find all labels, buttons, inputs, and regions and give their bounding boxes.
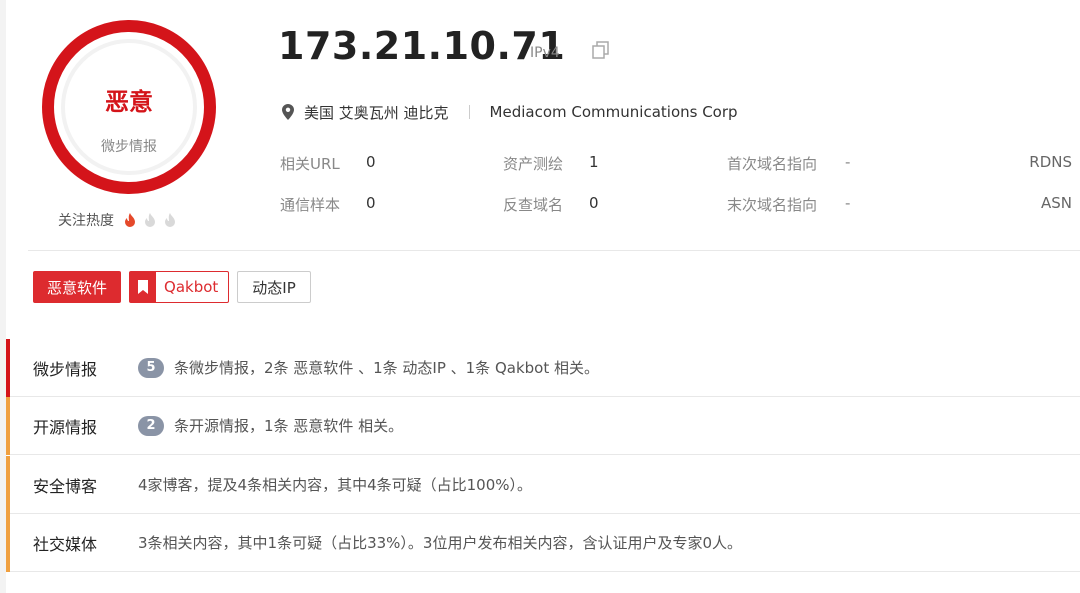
ip-version: IPv4	[530, 45, 560, 61]
meta-value-first-domain: -	[845, 153, 851, 171]
meta-value-related-url[interactable]: 0	[366, 153, 376, 171]
intel-row-opensource[interactable]: 开源情报 2 条开源情报，1条 恶意软件 相关。	[6, 397, 1080, 455]
intel-row-text: 4家博客，提及4条相关内容，其中4条可疑（占比100%）。	[138, 476, 533, 494]
intel-row-content: 3条相关内容，其中1条可疑（占比33%）。3位用户发布相关内容，含认证用户及专家…	[138, 532, 742, 553]
location-row: 美国 艾奥瓦州 迪比克 Mediacom Communications Corp	[282, 102, 738, 122]
intel-row-security-blog[interactable]: 安全博客 4家博客，提及4条相关内容，其中4条可疑（占比100%）。	[6, 456, 1080, 514]
intel-row-label: 微步情报	[33, 359, 98, 379]
meta-value-asset-mapping[interactable]: 1	[589, 153, 599, 171]
intel-row-accent	[6, 397, 10, 455]
intel-row-label: 安全博客	[33, 476, 98, 496]
meta-asn: ASN	[1040, 194, 1072, 212]
tag-family[interactable]: Qakbot	[129, 271, 230, 303]
intel-row-content: 2 条开源情报，1条 恶意软件 相关。	[138, 415, 403, 436]
location-place: 美国 艾奥瓦州 迪比克	[304, 103, 449, 122]
meta-label-asset-mapping: 资产测绘	[503, 155, 564, 173]
intel-row-content: 4家博客，提及4条相关内容，其中4条可疑（占比100%）。	[138, 474, 532, 495]
flame-icon	[145, 213, 155, 227]
tag-dynamic-ip[interactable]: 动态IP	[237, 271, 311, 303]
intel-row-text: 条开源情报，1条 恶意软件 相关。	[174, 417, 404, 435]
tag-malware[interactable]: 恶意软件	[33, 271, 122, 303]
heat-flames	[124, 213, 176, 227]
intel-row-label: 开源情报	[33, 417, 98, 437]
count-badge: 2	[138, 415, 164, 436]
bookmark-icon	[130, 272, 157, 302]
meta-label-reverse-domain: 反查域名	[503, 196, 564, 214]
header-divider	[28, 250, 1080, 251]
tag-family-label: Qakbot	[164, 278, 219, 296]
location-org: Mediacom Communications Corp	[489, 103, 738, 121]
location-pin-icon	[282, 104, 294, 120]
ip-address: 173.21.10.71	[278, 24, 566, 68]
meta-label-first-domain: 首次域名指向	[727, 155, 818, 173]
heat-indicator: 关注热度	[58, 210, 176, 230]
meta-label-related-url: 相关URL	[280, 155, 340, 173]
copy-icon[interactable]	[591, 40, 611, 60]
count-badge: 5	[138, 357, 164, 378]
location-separator	[468, 105, 470, 119]
intel-row-social-media[interactable]: 社交媒体 3条相关内容，其中1条可疑（占比33%）。3位用户发布相关内容，含认证…	[6, 514, 1080, 572]
meta-label-last-domain: 末次域名指向	[727, 196, 818, 214]
flame-icon	[165, 213, 175, 227]
verdict-source: 微步情报	[101, 139, 157, 155]
intel-row-label: 社交媒体	[33, 534, 98, 554]
intel-row-accent	[6, 514, 10, 572]
meta-value-reverse-domain[interactable]: 0	[589, 194, 599, 212]
intel-row-content: 5 条微步情报，2条 恶意软件 、1条 动态IP 、1条 Qakbot 相关。	[138, 357, 599, 378]
verdict-ring: 恶意 微步情报	[40, 18, 218, 196]
heat-label: 关注热度	[58, 213, 114, 229]
verdict-label: 恶意	[105, 88, 153, 116]
tag-list: 恶意软件 Qakbot 动态IP	[33, 271, 311, 303]
intel-row-accent	[6, 339, 10, 397]
intel-row-text: 3条相关内容，其中1条可疑（占比33%）。3位用户发布相关内容，含认证用户及专家…	[138, 534, 743, 552]
meta-label-comm-samples: 通信样本	[280, 196, 341, 214]
meta-rdns: RDNS	[1029, 153, 1072, 171]
intel-row-text: 条微步情报，2条 恶意软件 、1条 动态IP 、1条 Qakbot 相关。	[174, 359, 599, 377]
flame-icon	[125, 213, 135, 227]
meta-value-last-domain: -	[845, 194, 851, 212]
intel-row-accent	[6, 456, 10, 514]
meta-value-comm-samples[interactable]: 0	[366, 194, 376, 212]
intel-row-threatbook[interactable]: 微步情报 5 条微步情报，2条 恶意软件 、1条 动态IP 、1条 Qakbot…	[6, 339, 1080, 397]
